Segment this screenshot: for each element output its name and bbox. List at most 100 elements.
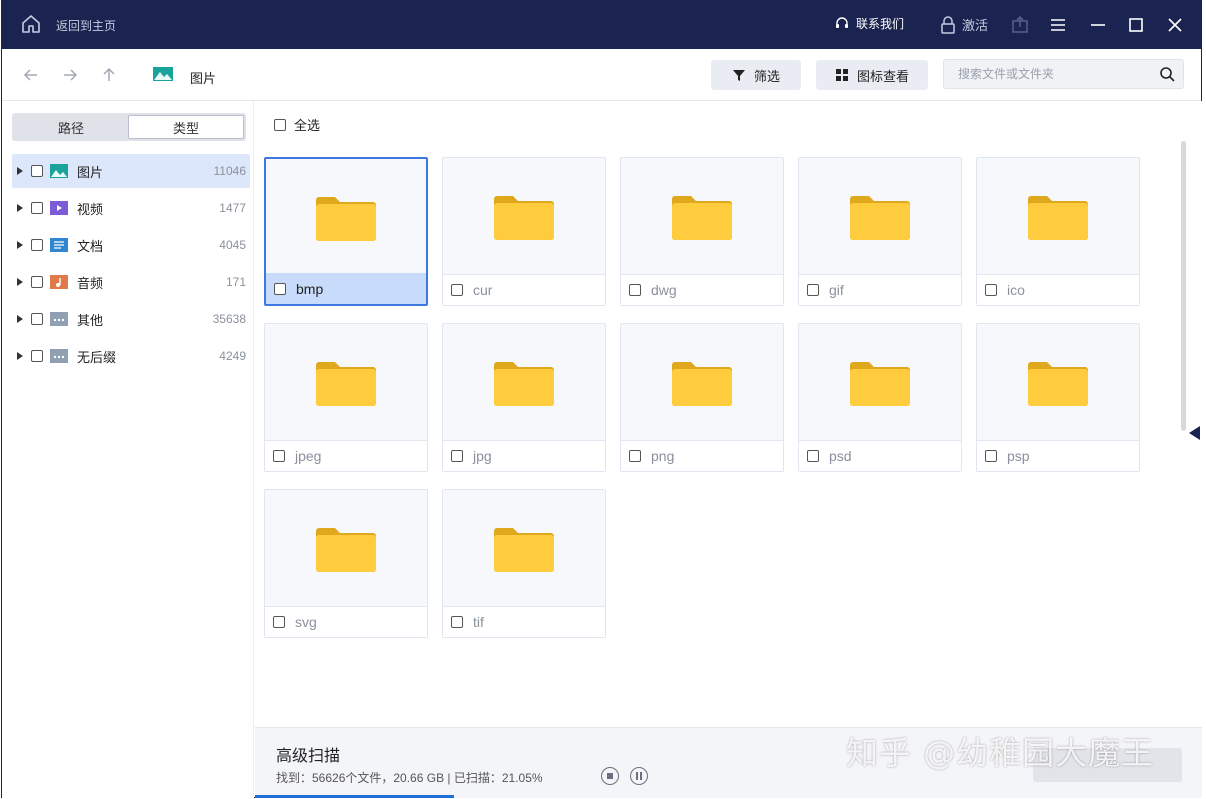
search-input[interactable]: [958, 67, 1148, 81]
folder-card[interactable]: gif: [798, 157, 962, 306]
folder-icon: [850, 361, 910, 406]
select-all-label: 全选: [294, 118, 321, 133]
folder-footer: psd: [799, 440, 961, 471]
activate-button[interactable]: 激活: [940, 15, 988, 34]
search-box: [943, 59, 1184, 89]
view-mode-button[interactable]: 图标查看: [816, 60, 928, 90]
tab-path[interactable]: 路径: [14, 115, 128, 139]
other-type-icon: [50, 312, 68, 326]
folder-thumbnail: [799, 324, 961, 441]
expand-caret-icon[interactable]: [17, 167, 23, 175]
forward-arrow-icon[interactable]: [61, 66, 79, 84]
checkbox[interactable]: [807, 450, 819, 462]
checkbox[interactable]: [629, 450, 641, 462]
stop-scan-button[interactable]: [601, 767, 619, 785]
checkbox[interactable]: [31, 313, 43, 325]
checkbox[interactable]: [31, 276, 43, 288]
checkbox[interactable]: [274, 283, 286, 295]
image-folder-icon: [153, 67, 173, 81]
folder-card[interactable]: psp: [976, 323, 1140, 472]
folder-thumbnail: [977, 158, 1139, 275]
expand-caret-icon[interactable]: [17, 241, 23, 249]
checkbox[interactable]: [629, 284, 641, 296]
sidebar-tab-switch: 路径 类型: [12, 113, 246, 141]
minimize-icon[interactable]: [1088, 15, 1108, 35]
folder-card[interactable]: cur: [442, 157, 606, 306]
folder-footer: dwg: [621, 274, 783, 305]
checkbox[interactable]: [273, 616, 285, 628]
back-arrow-icon[interactable]: [22, 66, 40, 84]
sidebar-item-videos[interactable]: 视频 1477: [12, 191, 250, 225]
folder-icon: [672, 361, 732, 406]
checkbox[interactable]: [31, 239, 43, 251]
contact-us-button[interactable]: 联系我们: [834, 15, 904, 32]
item-count: 4249: [219, 349, 246, 363]
grid-icon: [835, 69, 848, 81]
folder-card[interactable]: bmp: [264, 157, 428, 306]
checkbox[interactable]: [31, 350, 43, 362]
folder-icon: [316, 527, 376, 572]
folder-icon: [494, 527, 554, 572]
sidebar-item-other[interactable]: 其他 35638: [12, 302, 250, 336]
expand-caret-icon[interactable]: [17, 352, 23, 360]
search-icon[interactable]: [1159, 66, 1175, 82]
checkbox[interactable]: [31, 202, 43, 214]
breadcrumb[interactable]: 图片: [190, 68, 216, 87]
checkbox[interactable]: [985, 450, 997, 462]
no-extension-type-icon: [50, 349, 68, 363]
checkbox[interactable]: [451, 616, 463, 628]
vertical-scrollbar[interactable]: [1181, 141, 1186, 431]
sidebar-item-images[interactable]: 图片 11046: [12, 154, 250, 188]
select-all-checkbox[interactable]: [274, 118, 286, 131]
share-icon[interactable]: [1010, 15, 1030, 35]
folder-icon: [1028, 195, 1088, 240]
folder-footer: jpeg: [265, 440, 427, 471]
maximize-icon[interactable]: [1126, 15, 1146, 35]
folder-name: jpg: [473, 448, 492, 464]
sidebar-item-no-extension[interactable]: 无后缀 4249: [12, 339, 250, 373]
folder-card[interactable]: jpeg: [264, 323, 428, 472]
expand-caret-icon[interactable]: [17, 278, 23, 286]
folder-card[interactable]: tif: [442, 489, 606, 638]
up-arrow-icon[interactable]: [100, 66, 118, 84]
checkbox[interactable]: [807, 284, 819, 296]
checkbox[interactable]: [451, 284, 463, 296]
folder-card[interactable]: ico: [976, 157, 1140, 306]
folder-card[interactable]: psd: [798, 323, 962, 472]
home-icon[interactable]: [20, 13, 42, 35]
audio-type-icon: [50, 275, 68, 289]
folder-thumbnail: [265, 490, 427, 607]
checkbox[interactable]: [273, 450, 285, 462]
expand-caret-icon[interactable]: [17, 315, 23, 323]
activate-label: 激活: [962, 18, 989, 33]
select-all[interactable]: 全选: [274, 115, 320, 134]
stop-icon: [607, 773, 613, 779]
watermark-text: 知乎 @幼稚园大魔王: [846, 734, 1155, 772]
funnel-icon: [732, 70, 745, 81]
app-window: 返回到主页 联系我们 激活 图片 筛选 图标查看 搜索文件或文件夹 路径 类型 …: [1, 0, 1202, 799]
pause-scan-button[interactable]: [630, 767, 648, 785]
filter-button[interactable]: 筛选: [711, 60, 801, 90]
folder-name: psp: [1007, 448, 1030, 464]
scan-found-info: 找到：56626个文件，20.66 GB | 已扫描：21.05%: [276, 771, 543, 785]
folder-name: png: [651, 448, 675, 464]
expand-caret-icon[interactable]: [17, 204, 23, 212]
close-icon[interactable]: [1165, 15, 1185, 35]
folder-name: cur: [473, 282, 493, 298]
filter-label: 筛选: [753, 68, 780, 84]
document-type-icon: [50, 238, 68, 252]
folder-card[interactable]: svg: [264, 489, 428, 638]
sidebar-item-label: 图片: [77, 164, 104, 180]
checkbox[interactable]: [31, 165, 43, 177]
sidebar-item-documents[interactable]: 文档 4045: [12, 228, 250, 262]
checkbox[interactable]: [985, 284, 997, 296]
folder-card[interactable]: dwg: [620, 157, 784, 306]
sidebar-item-audio[interactable]: 音频 171: [12, 265, 250, 299]
tab-type[interactable]: 类型: [128, 115, 244, 139]
checkbox[interactable]: [451, 450, 463, 462]
back-to-home-link[interactable]: 返回到主页: [56, 17, 116, 34]
folder-card[interactable]: jpg: [442, 323, 606, 472]
folder-card[interactable]: png: [620, 323, 784, 472]
menu-icon[interactable]: [1048, 15, 1068, 35]
collapse-panel-arrow-icon[interactable]: [1189, 426, 1200, 440]
